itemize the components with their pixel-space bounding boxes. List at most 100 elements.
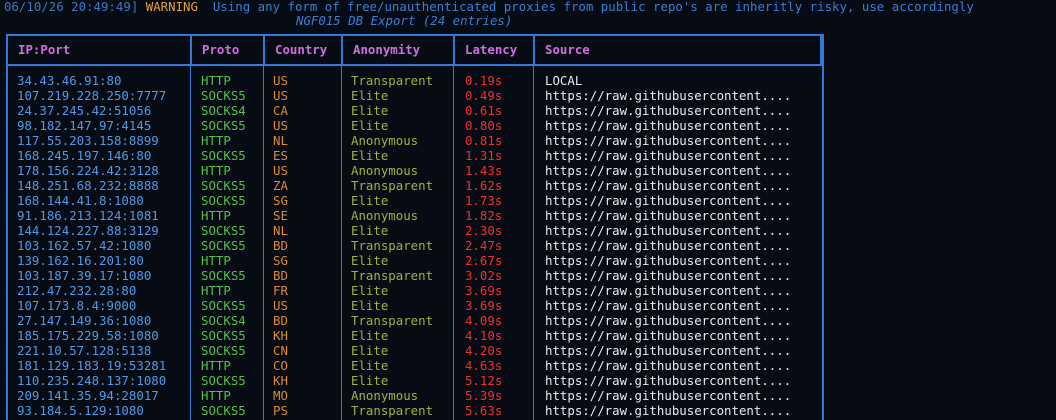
cell-source: https://raw.githubusercontent.... [545, 223, 792, 238]
cell-country: SG [273, 253, 288, 268]
cell-anonymity: Elite [351, 298, 389, 313]
cell-anonymity: Elite [351, 193, 389, 208]
cell-ip-port: 139.162.16.201:80 [17, 253, 144, 268]
cell-country: KH [273, 328, 288, 343]
cell-country: US [273, 298, 288, 313]
cell-ip-port: 168.245.197.146:80 [17, 148, 152, 163]
cell-proto: HTTP [201, 358, 231, 373]
cell-anonymity: Elite [351, 223, 389, 238]
cell-ip-port: 93.184.5.129:1080 [17, 403, 144, 418]
cell-latency: 3.02s [465, 268, 503, 283]
cell-source: https://raw.githubusercontent.... [545, 118, 792, 133]
cell-latency: 1.43s [465, 163, 503, 178]
cell-source: https://raw.githubusercontent.... [545, 103, 792, 118]
cell-source: https://raw.githubusercontent.... [545, 178, 792, 193]
cell-proto: HTTP [201, 133, 231, 148]
table-row: 103.162.57.42:1080 SOCKS5 BD Transparent 2.4… [0, 238, 820, 253]
cell-country: BD [273, 238, 288, 253]
cell-proto: SOCKS5 [201, 223, 246, 238]
cell-latency: 1.62s [465, 178, 503, 193]
cell-latency: 0.19s [465, 73, 503, 88]
cell-latency: 0.61s [465, 103, 503, 118]
table-row: 117.55.203.158:8899 HTTP NL Anonymous 0.81s h… [0, 133, 820, 148]
cell-ip-port: 117.55.203.158:8899 [17, 133, 159, 148]
table-row: 103.187.39.17:1080 SOCKS5 BD Transparent 3.0… [0, 268, 820, 283]
cell-ip-port: 148.251.68.232:8888 [17, 178, 159, 193]
cell-proto: HTTP [201, 388, 231, 403]
cell-ip-port: 103.187.39.17:1080 [17, 268, 152, 283]
table-row: 91.186.213.124:1081 HTTP SE Anonymous 1.82s h… [0, 208, 820, 223]
table-row: 212.47.232.28:80 HTTP FR Elite 3.69s https://… [0, 283, 820, 298]
table-row: 209.141.35.94:28017 HTTP MO Anonymous 5.39s h… [0, 388, 820, 403]
cell-source: https://raw.githubusercontent.... [545, 403, 792, 418]
cell-ip-port: 209.141.35.94:28017 [17, 388, 159, 403]
cell-ip-port: 178.156.224.42:3128 [17, 163, 159, 178]
cell-ip-port: 107.173.8.4:9000 [17, 298, 137, 313]
cell-ip-port: 27.147.149.36:1080 [17, 313, 152, 328]
cell-anonymity: Elite [351, 253, 389, 268]
cell-source: https://raw.githubusercontent.... [545, 373, 792, 388]
cell-proto: SOCKS5 [201, 403, 246, 418]
log-level: WARNING [145, 0, 198, 14]
cell-proto: HTTP [201, 283, 231, 298]
cell-anonymity: Transparent [351, 73, 434, 88]
cell-ip-port: 185.175.229.58:1080 [17, 328, 159, 343]
cell-ip-port: 98.182.147.97:4145 [17, 118, 152, 133]
table-row: 181.129.183.19:53281 HTTP CO Elite 4.63s http… [0, 358, 820, 373]
cell-proto: SOCKS5 [201, 328, 246, 343]
cell-proto: HTTP [201, 163, 231, 178]
cell-country: NL [273, 133, 288, 148]
cell-country: BD [273, 268, 288, 283]
cell-country: US [273, 88, 288, 103]
table-row: 168.245.197.146:80 SOCKS5 ES Elite 1.31s http… [0, 148, 820, 163]
cell-source: https://raw.githubusercontent.... [545, 388, 792, 403]
cell-ip-port: 91.186.213.124:1081 [17, 208, 159, 223]
cell-latency: 2.30s [465, 223, 503, 238]
cell-ip-port: 107.219.228.250:7777 [17, 88, 167, 103]
cell-source: https://raw.githubusercontent.... [545, 163, 792, 178]
cell-proto: SOCKS5 [201, 118, 246, 133]
cell-proto: SOCKS5 [201, 268, 246, 283]
cell-source: https://raw.githubusercontent.... [545, 343, 792, 358]
table-row: 34.43.46.91:80 HTTP US Transparent 0.19s LOCA… [0, 73, 820, 88]
cell-ip-port: 168.144.41.8:1080 [17, 193, 144, 208]
cell-latency: 4.09s [465, 313, 503, 328]
cell-anonymity: Transparent [351, 403, 434, 418]
cell-latency: 1.73s [465, 193, 503, 208]
column-header-source: Source [533, 34, 822, 66]
export-title: NGF015 DB Export (24 entries) [296, 13, 513, 28]
cell-ip-port: 103.162.57.42:1080 [17, 238, 152, 253]
table-row: 107.173.8.4:9000 SOCKS5 US Elite 3.69s https:… [0, 298, 820, 313]
cell-proto: HTTP [201, 73, 231, 88]
cell-source: https://raw.githubusercontent.... [545, 238, 792, 253]
cell-country: BD [273, 313, 288, 328]
cell-ip-port: 181.129.183.19:53281 [17, 358, 167, 373]
cell-source: https://raw.githubusercontent.... [545, 253, 792, 268]
cell-anonymity: Elite [351, 103, 389, 118]
table-header: IP:Port Proto Country Anonymity Latency … [6, 34, 824, 66]
table-row: 93.184.5.129:1080 SOCKS5 PS Transparent 5.63… [0, 403, 820, 418]
cell-latency: 4.10s [465, 328, 503, 343]
cell-country: US [273, 163, 288, 178]
cell-proto: SOCKS5 [201, 148, 246, 163]
cell-ip-port: 34.43.46.91:80 [17, 73, 122, 88]
cell-latency: 5.39s [465, 388, 503, 403]
cell-source: https://raw.githubusercontent.... [545, 283, 792, 298]
cell-proto: HTTP [201, 253, 231, 268]
cell-country: KH [273, 373, 288, 388]
cell-latency: 5.12s [465, 373, 503, 388]
cell-latency: 2.47s [465, 238, 503, 253]
column-header-anonymity: Anonymity [341, 34, 455, 66]
cell-country: US [273, 73, 288, 88]
cell-country: CO [273, 358, 288, 373]
cell-anonymity: Anonymous [351, 208, 419, 223]
cell-source: https://raw.githubusercontent.... [545, 313, 792, 328]
cell-proto: SOCKS5 [201, 373, 246, 388]
warning-log-line: 06/10/26 20:49:49] WARNING Using any for… [4, 0, 974, 14]
cell-latency: 0.80s [465, 118, 503, 133]
log-timestamp: 06/10/26 20:49:49] [4, 0, 139, 14]
log-message: Using any form of free/unauthenticated p… [212, 0, 974, 14]
cell-source: https://raw.githubusercontent.... [545, 268, 792, 283]
cell-proto: SOCKS5 [201, 343, 246, 358]
cell-source: https://raw.githubusercontent.... [545, 208, 792, 223]
